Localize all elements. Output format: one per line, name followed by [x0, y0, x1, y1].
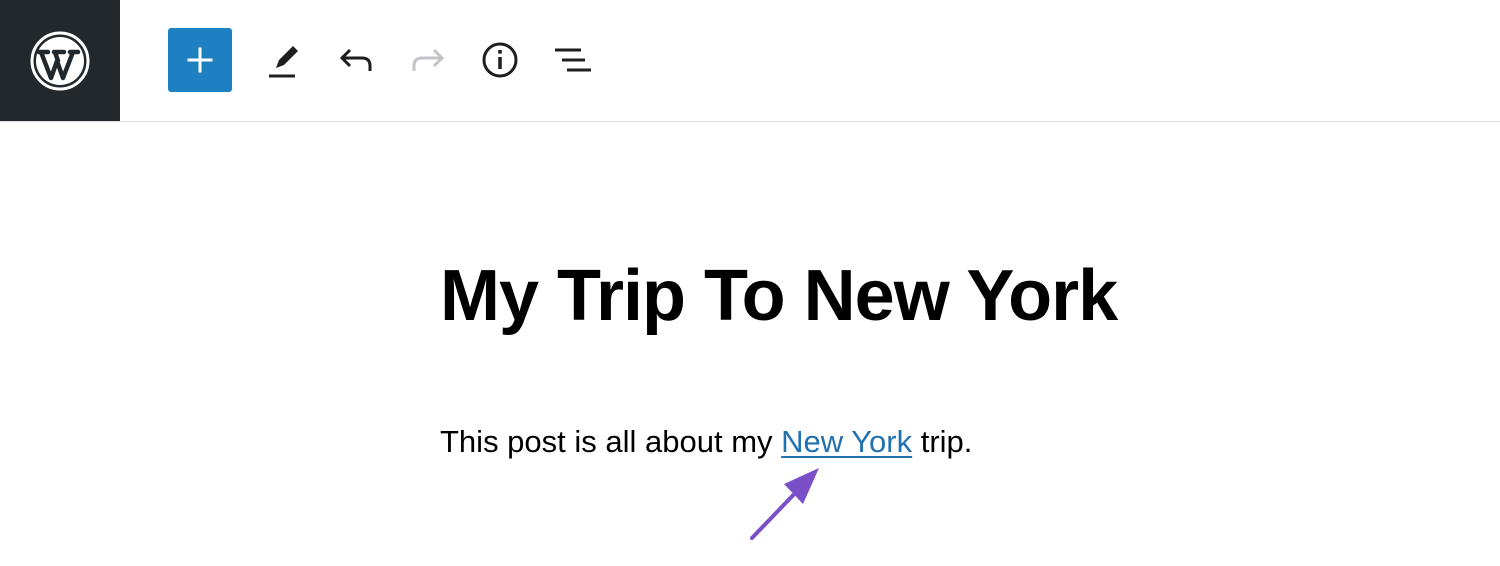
undo-button[interactable] — [324, 28, 388, 92]
pencil-icon — [269, 46, 298, 78]
info-icon — [482, 42, 518, 78]
details-button[interactable] — [468, 28, 532, 92]
paragraph-block[interactable]: This post is all about my New York trip. — [440, 422, 972, 462]
paragraph-text-after: trip. — [912, 424, 973, 459]
block-inserter-button[interactable] — [168, 28, 232, 92]
plus-icon — [187, 47, 213, 73]
redo-icon — [412, 48, 445, 71]
list-view-icon — [555, 48, 591, 72]
undo-icon — [339, 48, 372, 71]
redo-button[interactable] — [396, 28, 460, 92]
wordpress-logo-button[interactable] — [0, 0, 120, 121]
paragraph-text-before: This post is all about my — [440, 424, 782, 459]
arrow-pointer-icon — [750, 468, 819, 540]
tools-button[interactable] — [252, 28, 316, 92]
new-york-link[interactable]: New York — [781, 424, 912, 459]
list-view-button[interactable] — [540, 28, 604, 92]
wordpress-logo-icon — [30, 31, 90, 90]
editor-toolbar — [0, 0, 1500, 122]
editor-canvas[interactable]: My Trip To New York This post is all abo… — [0, 122, 1500, 566]
post-title[interactable]: My Trip To New York — [440, 254, 1118, 338]
